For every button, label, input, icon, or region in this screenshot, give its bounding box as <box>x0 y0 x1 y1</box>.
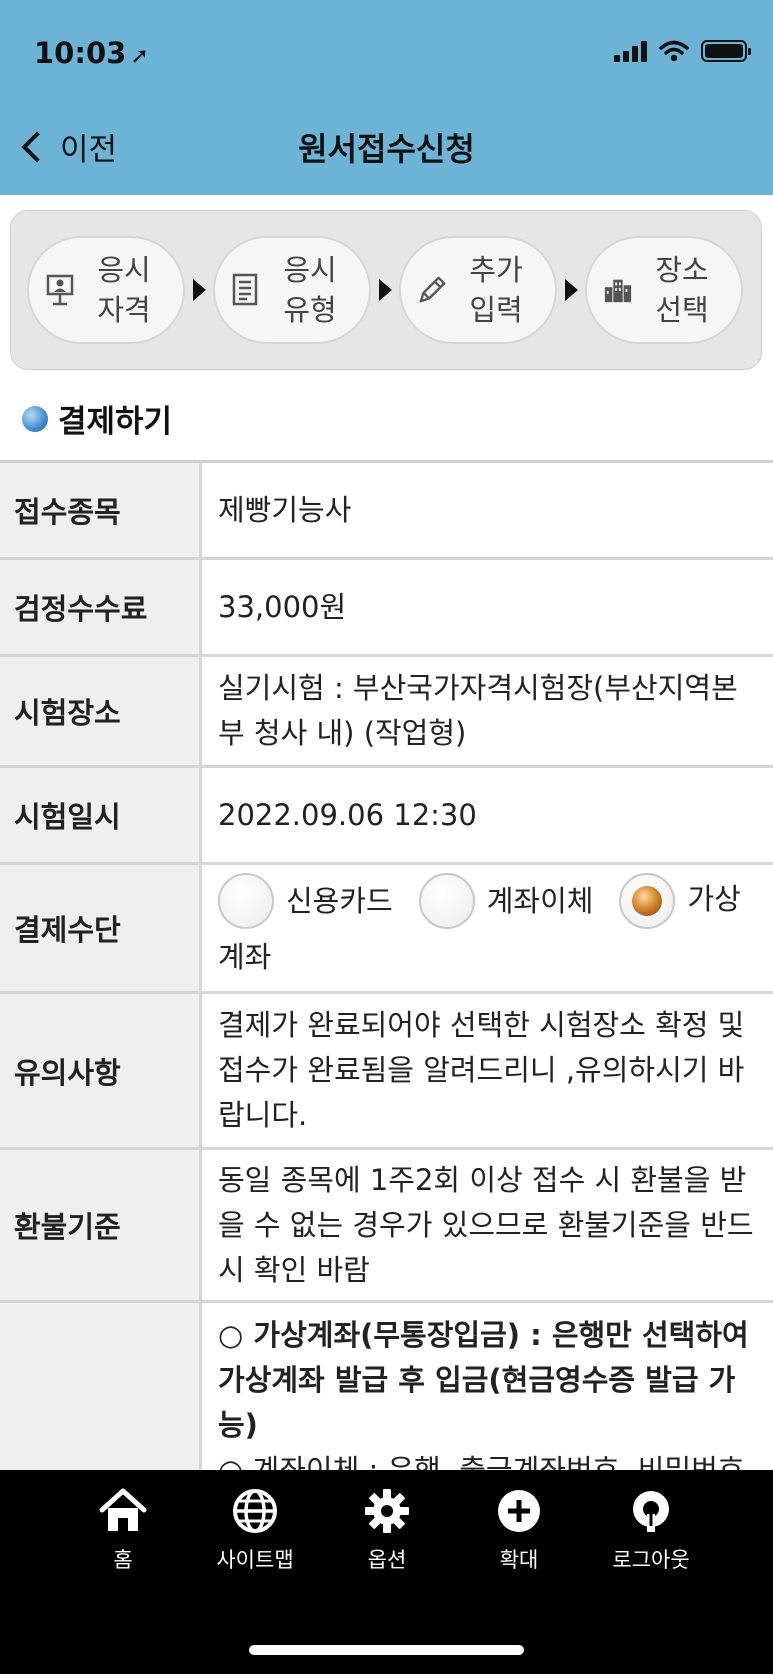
plus-circle-icon <box>494 1486 544 1536</box>
table-row: 환불기준 동일 종목에 1주2회 이상 접수 시 환불을 받을 수 없는 경우가… <box>0 1150 773 1303</box>
table-row: 시험장소 실기시험 : 부산국가자격시험장(부산지역본부 청사 내) (작업형) <box>0 657 773 768</box>
tab-label: 홈 <box>113 1548 133 1572</box>
radio-selected-dot <box>632 886 663 916</box>
building-icon <box>603 275 633 305</box>
blue-bullet-icon <box>22 405 48 432</box>
radio-bank-transfer[interactable]: 계좌이체 <box>418 873 594 929</box>
payment-table: 접수종목 제빵기능사 검정수수료 33,000원 시험장소 실기시험 : 부산국… <box>0 460 773 1533</box>
radio-label: 계좌이체 <box>486 884 594 918</box>
row-label: 환불기준 <box>0 1150 202 1300</box>
step-qualification: 응시 자격 <box>27 236 185 344</box>
status-icons <box>614 40 751 62</box>
step-label: 장소 선택 <box>655 253 709 327</box>
location-arrow-icon: ➚ <box>130 44 149 69</box>
step-additional-input: 추가 입력 <box>399 236 557 344</box>
row-value: 33,000원 <box>218 589 347 624</box>
tab-sitemap[interactable]: 사이트맵 <box>189 1486 321 1574</box>
tab-logout[interactable]: 로그아웃 <box>585 1486 717 1574</box>
row-value: 결제가 완료되어야 선택한 시험장소 확정 및 접수가 완료됨을 알려드리니 ,… <box>218 1008 745 1132</box>
row-value: 실기시험 : 부산국가자격시험장(부산지역본부 청사 내) (작업형) <box>218 671 738 750</box>
radio-button[interactable] <box>418 873 475 929</box>
document-list-icon <box>231 273 261 307</box>
tab-home[interactable]: 홈 <box>57 1486 189 1574</box>
status-time: 10:03 ➚ <box>34 36 149 70</box>
radio-label: 신용카드 <box>286 884 393 918</box>
status-time-text: 10:03 <box>34 36 127 70</box>
step-arrow-icon <box>557 279 585 301</box>
home-icon <box>98 1486 148 1536</box>
row-value: 제빵기능사 <box>218 492 352 527</box>
cellular-signal-icon <box>614 40 647 62</box>
tab-label: 확대 <box>499 1548 539 1572</box>
tab-label: 옵션 <box>367 1548 407 1572</box>
section-title: 결제하기 <box>58 404 173 440</box>
gear-icon <box>362 1486 412 1536</box>
step-location: 장소 선택 <box>585 236 743 344</box>
row-label: 검정수수료 <box>0 560 202 654</box>
step-arrow-icon <box>371 279 399 301</box>
step-type: 응시 유형 <box>213 236 371 344</box>
step-label: 추가 입력 <box>469 253 523 327</box>
row-value: 2022.09.06 12:30 <box>218 797 477 832</box>
battery-icon <box>701 40 751 62</box>
row-label: 시험장소 <box>0 657 202 765</box>
row-label: 유의사항 <box>0 994 202 1147</box>
row-label: 결제수단 <box>0 865 202 991</box>
step-arrow-icon <box>185 279 213 301</box>
tab-options[interactable]: 옵션 <box>321 1486 453 1574</box>
tab-label: 로그아웃 <box>612 1548 690 1572</box>
row-value: 동일 종목에 1주2회 이상 접수 시 환불을 받을 수 없는 경우가 있으므로… <box>218 1162 754 1287</box>
section-header: 결제하기 <box>22 396 172 441</box>
payment-method-options: 신용카드 계좌이체 가상계좌 <box>202 865 773 991</box>
step-progress: 응시 자격 응시 유형 추가 입력 장소 선택 <box>10 210 762 370</box>
wifi-icon <box>659 40 689 62</box>
row-label: 접수종목 <box>0 463 202 557</box>
row-label: 시험일시 <box>0 768 202 862</box>
table-row: 시험일시 2022.09.06 12:30 <box>0 768 773 865</box>
logout-icon <box>626 1486 676 1536</box>
radio-button[interactable] <box>218 873 274 929</box>
person-board-icon <box>45 273 75 307</box>
table-row: 유의사항 결제가 완료되어야 선택한 시험장소 확정 및 접수가 완료됨을 알려… <box>0 994 773 1150</box>
tab-label: 사이트맵 <box>216 1548 294 1572</box>
home-indicator[interactable] <box>249 1645 524 1655</box>
page-title: 원서접수신청 <box>298 130 475 168</box>
table-row: 검정수수료 33,000원 <box>0 560 773 657</box>
step-label: 응시 유형 <box>283 253 337 327</box>
pencil-icon <box>417 274 447 306</box>
globe-icon <box>230 1486 280 1536</box>
table-row: 접수종목 제빵기능사 <box>0 463 773 560</box>
radio-credit-card[interactable]: 신용카드 <box>218 873 393 929</box>
step-label: 응시 자격 <box>97 253 151 327</box>
bottom-tab-bar: 홈 사이트맵 옵션 확대 로그아웃 <box>0 1470 773 1674</box>
guide-virtual-account: ○ 가상계좌(무통장입금) : 은행만 선택하여 가상계좌 발급 후 입금(현금… <box>218 1318 749 1442</box>
tab-zoom[interactable]: 확대 <box>453 1486 585 1574</box>
top-header: 10:03 ➚ 이전 원서접수신청 <box>0 0 773 195</box>
radio-virtual-account[interactable] <box>619 873 676 929</box>
table-row: 결제수단 신용카드 계좌이체 가상계좌 <box>0 865 773 994</box>
